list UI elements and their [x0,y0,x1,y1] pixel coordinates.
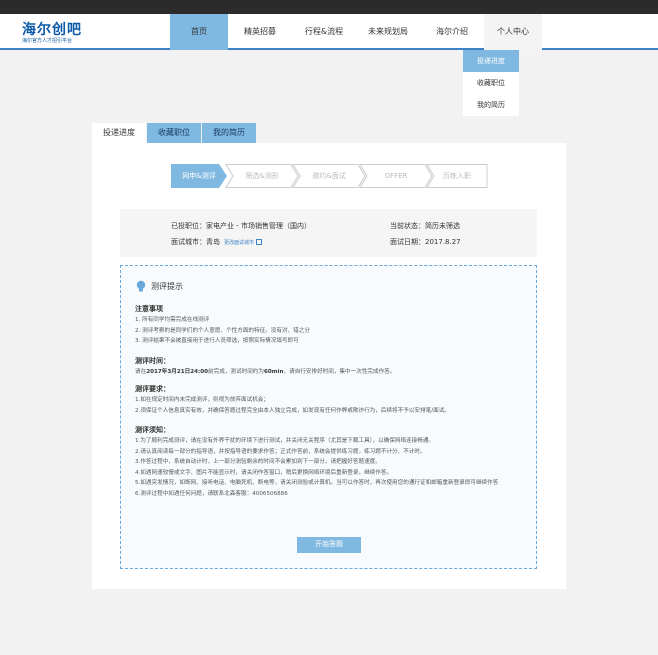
step-offer-label: OFFER [384,172,408,180]
requirements-section: 测评要求： 1.如在规定时间内未完成测评，则视为放弃面试机会； 2.须保证个人信… [135,384,526,416]
guidelines-line: 4.如遇网速较慢或文字、图片不能显示时，请关闭作答窗口，稍后更换网络环境后重新登… [135,469,393,476]
status-label: 当前状态： [390,222,425,230]
step-apply-label: 网申&测评 [182,172,216,180]
nav-item-future[interactable]: 未来规划局 [356,14,420,50]
status-value: 简历未筛选 [425,222,460,230]
tab-favorites[interactable]: 收藏职位 [147,123,201,143]
time-section: 测评时间： 请在2017年3月21日24:00前完成，测试时间约为60min，请… [135,356,526,378]
requirements-title: 测评要求： [135,385,170,393]
logo[interactable]: 海尔创吧 海尔官方人才招引平台 [22,19,102,47]
city-value: 青岛 [206,238,220,246]
profile-dropdown: 投递进度 收藏职位 我的简历 [463,50,519,116]
guidelines-line: 6.测评过程中如遇任何问题，请联系北森客服：4006506886 [135,490,288,497]
guidelines-line: 1.为了顺利完成测评，请在没有外界干扰的环境下进行测试，并关闭无关程序（尤其是下… [135,438,435,444]
step-onboard-label: 历练入职 [443,172,471,180]
edit-icon[interactable] [256,239,263,245]
position-value: 家电产业 - 市场销售管理（国内） [206,222,311,230]
nav-item-profile[interactable]: 个人中心 [484,14,542,50]
logo-text: 海尔创吧 [22,22,82,38]
date-value: 2017.8.27 [425,238,461,246]
logo-subtitle: 海尔官方人才招引平台 [22,38,73,44]
guidelines-line: 3.作答过程中，系统自动计时，上一部分测验剩余的时间不会累加到下一部分，请把握好… [135,459,381,466]
notes-line: 1. 所有同学均需完成在线测评 [135,317,210,323]
dropdown-item-resume[interactable]: 我的简历 [463,94,519,116]
dropdown-item-progress[interactable]: 投递进度 [463,50,519,72]
nav-item-about[interactable]: 海尔介绍 [420,14,484,50]
nav-item-home[interactable]: 首页 [170,14,228,50]
time-title: 测评时间： [135,357,170,365]
date-label: 面试日期： [390,238,425,246]
deadline: 2017年3月21日24:00 [146,369,209,375]
guidelines-section: 测评须知： 1.为了顺利完成测评，请在没有外界干扰的环境下进行测试，并关闭无关程… [135,425,526,500]
top-bar [0,0,658,14]
tab-resume[interactable]: 我的简历 [202,123,256,143]
dropdown-item-favorites[interactable]: 收藏职位 [463,72,519,94]
time-line: 请在2017年3月21日24:00前完成，测试时间约为60min，请自行安排好时… [135,369,396,375]
duration: 60min [264,369,284,375]
status-info: 当前状态：简历未筛选 [390,221,460,231]
step-onboard: 历练入职 [426,164,488,188]
notes-line: 2. 测评考察的是同学们的个人意愿、个性方面的特征。没有对、错之分 [135,327,310,334]
city-label: 面试城市： [171,238,206,246]
assessment-notice: 测评提示 注意事项 1. 所有同学均需完成在线测评 2. 测评考察的是同学们的个… [120,265,537,569]
content-tabs: 投递进度 收藏职位 我的简历 [92,123,256,143]
guidelines-line: 2.请认真阅读每一部分的指导语，并按指导语的要求作答；正式作答前，系统会提供练习… [135,448,426,455]
notes-line: 3. 测评结果不会被直接用于进行人员筛选，按照实际情况填写即可 [135,338,299,345]
application-info: 已投职位：家电产业 - 市场销售管理（国内） 当前状态：简历未筛选 面试城市：青… [120,209,537,257]
requirements-line: 1.如在规定时间内未完成测评，则视为放弃面试机会； [135,397,269,403]
step-interview: 邀约&面试 [292,164,366,188]
guidelines-line: 5.如遇突发情况，如断网、接听电话、电脑死机、断电等，请关闭测验或计算机。当可以… [135,480,499,487]
nav-item-recruit[interactable]: 精英招募 [228,14,292,50]
notice-title: 测评提示 [151,282,183,291]
change-city-link[interactable]: 更改面试城市 [224,240,254,246]
position-label: 已投职位： [171,222,206,230]
step-interview-label: 邀约&面试 [312,172,346,180]
position-info: 已投职位：家电产业 - 市场销售管理（国内） [171,221,311,231]
city-info: 面试城市：青岛 更改面试城市 [171,237,263,247]
step-apply: 网申&测评 [171,164,227,188]
step-screen: 筛选&测形 [225,164,299,188]
start-assessment-button[interactable]: 开始答题 [297,537,361,553]
step-offer: OFFER [359,164,433,188]
nav-item-process[interactable]: 行程&流程 [292,14,356,50]
step-screen-label: 筛选&测形 [245,172,279,180]
site-header: 海尔创吧 海尔官方人才招引平台 首页 精英招募 行程&流程 未来规划局 海尔介绍… [0,14,658,50]
main-nav: 首页 精英招募 行程&流程 未来规划局 海尔介绍 个人中心 [170,14,542,50]
date-info: 面试日期：2017.8.27 [390,237,461,247]
tab-progress[interactable]: 投递进度 [92,123,146,143]
guidelines-title: 测评须知： [135,426,170,434]
requirements-line: 2.须保证个人信息真实有效，并确保答题过程完全由本人独立完成，如发现有任何作弊或… [135,407,450,414]
notes-title: 注意事项 [135,305,163,313]
notes-section: 注意事项 1. 所有同学均需完成在线测评 2. 测评考察的是同学们的个人意愿、个… [135,304,526,347]
